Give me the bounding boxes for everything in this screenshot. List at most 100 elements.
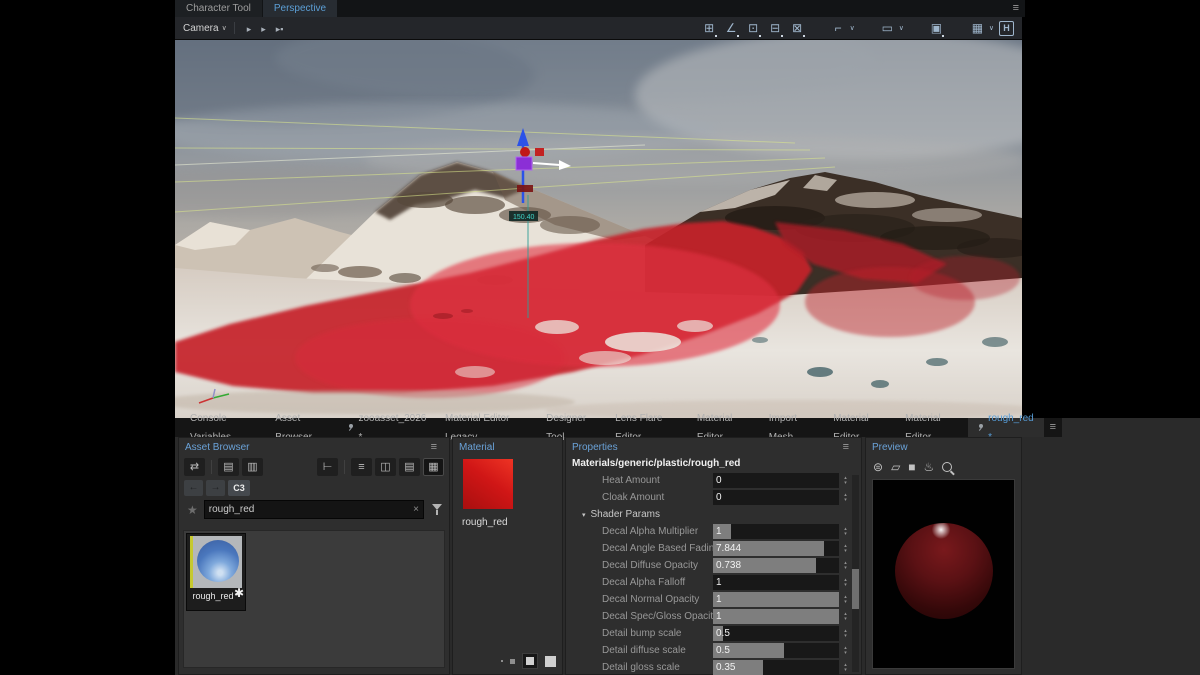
spinner-down-icon[interactable]: ▾ <box>844 498 847 503</box>
spinner-down-icon[interactable]: ▾ <box>844 600 847 605</box>
sync-assets-button[interactable]: ⇄ <box>184 458 205 476</box>
thumb-size-large[interactable] <box>545 656 556 667</box>
tab-character-tool[interactable]: Character Tool <box>175 0 262 17</box>
property-slider-field[interactable]: 7.844 <box>713 541 839 556</box>
screenshot-icon[interactable]: ▣ <box>928 20 945 36</box>
spinner-buttons[interactable]: ▴▾ <box>839 592 852 607</box>
forward-button[interactable]: → <box>206 480 225 496</box>
spinner-down-icon[interactable]: ▾ <box>844 668 847 673</box>
thumb-size-tiny[interactable] <box>501 660 503 662</box>
spinner-down-icon[interactable]: ▾ <box>844 549 847 554</box>
material-swatch[interactable] <box>463 459 513 509</box>
spinner-down-icon[interactable]: ▾ <box>844 532 847 537</box>
tab-material-editor-legacy[interactable]: Material Editor Legacy <box>436 418 537 437</box>
tab-import-mesh[interactable]: Import Mesh <box>760 418 824 437</box>
property-slider-field[interactable]: 1 <box>713 524 839 539</box>
spinner-buttons[interactable]: ▴▾ <box>839 609 852 624</box>
snap-pivot-icon[interactable]: ⌐ <box>830 20 847 36</box>
thumb-size-medium[interactable] <box>522 653 538 669</box>
preview-viewport[interactable] <box>872 479 1015 669</box>
breadcrumb-button[interactable]: C3 <box>228 480 250 496</box>
tab-rough-red[interactable]: rough_red * <box>968 418 1044 437</box>
top-tab-menu-icon[interactable]: ≡ <box>1007 3 1025 14</box>
property-label: Decal Alpha Falloff <box>602 577 713 588</box>
snap-terrain-icon[interactable]: ⊟ <box>767 20 784 36</box>
spinner-buttons[interactable]: ▴▾ <box>839 473 852 488</box>
clear-search-icon[interactable]: × <box>413 504 419 515</box>
property-slider-field[interactable]: 1 <box>713 575 839 590</box>
spinner-buttons[interactable]: ▴▾ <box>839 541 852 556</box>
spinner-buttons[interactable]: ▴▾ <box>839 490 852 505</box>
spinner-buttons[interactable]: ▴▾ <box>839 524 852 539</box>
helpers-toggle-icon[interactable]: H <box>999 21 1014 36</box>
property-slider-field[interactable]: 0.5 <box>713 626 839 641</box>
spinner-down-icon[interactable]: ▾ <box>844 566 847 571</box>
spinner-down-icon[interactable]: ▾ <box>844 634 847 639</box>
property-slider-field[interactable]: 0 <box>713 490 839 505</box>
tab-material-editor[interactable]: Material Editor <box>824 418 896 437</box>
thumbnail-view-button[interactable]: ▦ <box>423 458 444 476</box>
property-slider-field[interactable]: 1 <box>713 609 839 624</box>
snap-grid-icon[interactable]: ⊞ <box>701 20 718 36</box>
spinner-buttons[interactable]: ▴▾ <box>839 643 852 658</box>
spinner-down-icon[interactable]: ▾ <box>844 651 847 656</box>
tab-perspective[interactable]: Perspective <box>263 0 337 17</box>
tab-lens-flare-editor[interactable]: Lens Flare Editor <box>606 418 688 437</box>
snap-scale-icon[interactable]: ⊡ <box>745 20 762 36</box>
tab-zooasset-2026[interactable]: zooasset_2026 * <box>338 418 436 437</box>
folder-open-button[interactable]: ▥ <box>242 458 263 476</box>
snap-angle-icon[interactable]: ∠ <box>723 20 740 36</box>
spinner-buttons[interactable]: ▴▾ <box>839 558 852 573</box>
section-shader-params[interactable]: ▾Shader Params <box>566 506 861 523</box>
plane-shape-icon[interactable]: ■ <box>908 460 915 474</box>
tab-designer-tool[interactable]: Designer Tool <box>537 418 606 437</box>
spinner-buttons[interactable]: ▴▾ <box>839 575 852 590</box>
property-slider-field[interactable]: 0 <box>713 473 839 488</box>
box-shape-icon[interactable]: ▱ <box>891 460 900 474</box>
property-slider-field[interactable]: 0.5 <box>713 643 839 658</box>
spinner-down-icon[interactable]: ▾ <box>844 617 847 622</box>
step-forward-icon[interactable]: ▸ <box>261 24 266 34</box>
bottom-tab-menu-icon[interactable]: ≡ <box>1044 422 1062 433</box>
property-slider-field[interactable]: 0.35 <box>713 660 839 675</box>
property-slider-field[interactable]: 0.738 <box>713 558 839 573</box>
snap-geometry-icon[interactable]: ⊠ <box>789 20 806 36</box>
asset-tile-rough-red[interactable]: ✱ rough_red * <box>186 533 246 611</box>
gizmo-rotate-handle[interactable] <box>520 147 530 157</box>
scrollbar-thumb[interactable] <box>852 569 859 609</box>
gizmo-plane-handle[interactable] <box>535 148 544 156</box>
display-options-icon[interactable]: ▭ <box>879 20 896 36</box>
camera-dropdown[interactable]: Camera ∨ <box>183 23 227 34</box>
panel-menu-icon[interactable]: ≡ <box>425 442 443 453</box>
step-last-icon[interactable]: ▸▪ <box>276 24 284 34</box>
favorites-star-icon[interactable]: ★ <box>187 503 198 517</box>
tab-material-editor[interactable]: Material Editor <box>896 418 968 437</box>
list-view-button[interactable]: ▤ <box>399 458 420 476</box>
zoom-icon[interactable] <box>942 462 952 472</box>
panel-menu-icon[interactable]: ≡ <box>837 442 855 453</box>
folder-closed-button[interactable]: ▤ <box>218 458 239 476</box>
gizmo-selected-box[interactable] <box>516 157 532 170</box>
spinner-buttons[interactable]: ▴▾ <box>839 660 852 675</box>
filter-funnel-icon[interactable] <box>431 503 444 516</box>
spinner-down-icon[interactable]: ▾ <box>844 583 847 588</box>
viewport-3d[interactable]: 150.40 <box>175 40 1022 418</box>
play-icon[interactable]: ▸ <box>247 24 252 34</box>
details-view-button[interactable]: ≡ <box>351 458 372 476</box>
teapot-shape-icon[interactable]: ♨ <box>924 460 935 474</box>
tab-console-variables[interactable]: Console Variables <box>181 418 266 437</box>
folder-tree-button[interactable]: ⊢ <box>317 458 338 476</box>
split-view-button[interactable]: ◫ <box>375 458 396 476</box>
sphere-shape-icon[interactable]: ⊜ <box>873 460 883 474</box>
decal-object[interactable] <box>517 185 533 192</box>
back-button[interactable]: ← <box>184 480 203 496</box>
property-slider-field[interactable]: 1 <box>713 592 839 607</box>
tab-asset-browser[interactable]: Asset Browser <box>266 418 338 437</box>
tab-material-editor[interactable]: Material Editor <box>688 418 760 437</box>
properties-scrollbar[interactable] <box>852 475 859 672</box>
spinner-down-icon[interactable]: ▾ <box>844 481 847 486</box>
thumb-size-small[interactable] <box>510 659 515 664</box>
search-input[interactable] <box>209 504 413 515</box>
helpers-display-icon[interactable]: ▦ <box>969 20 986 36</box>
spinner-buttons[interactable]: ▴▾ <box>839 626 852 641</box>
